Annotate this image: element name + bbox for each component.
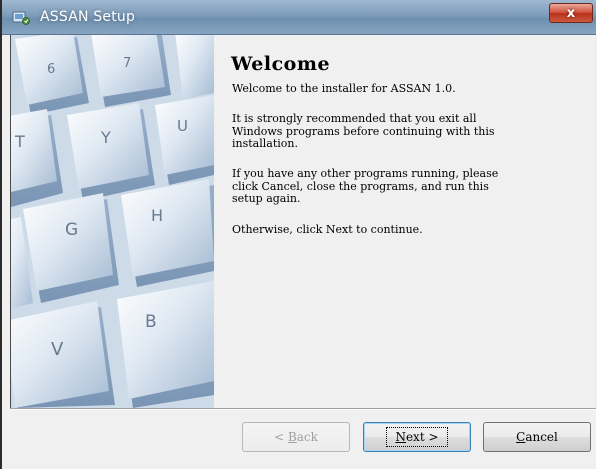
cancel-button[interactable]: Cancel	[483, 422, 591, 452]
continue-text: Otherwise, click Next to continue.	[232, 223, 423, 236]
next-label-rest: ext	[405, 430, 425, 444]
setup-window: ASSAN Setup x 6 7 T Y U G H V B Welcome …	[0, 0, 597, 469]
intro-text: Welcome to the installer for ASSAN 1.0.	[232, 82, 456, 95]
page-title: Welcome	[231, 53, 331, 75]
next-mnemonic: N	[395, 430, 406, 444]
wizard-content: 6 7 T Y U G H V B Welcome Welcome to the…	[10, 35, 597, 408]
close-icon: x	[566, 5, 576, 21]
cancel-label-rest: ancel	[525, 430, 558, 444]
cancel-mnemonic: C	[516, 430, 526, 444]
back-arrow-icon: <	[274, 430, 285, 444]
back-label-rest: ack	[296, 430, 318, 444]
installer-app-icon	[12, 11, 30, 25]
button-separator	[10, 408, 596, 410]
keyboard-banner-image: 6 7 T Y U G H V B	[11, 35, 214, 408]
back-button[interactable]: < Back	[242, 422, 350, 452]
close-button[interactable]: x	[549, 3, 593, 23]
running-programs-text: If you have any other programs running, …	[232, 167, 499, 205]
next-arrow-icon: >	[428, 430, 439, 444]
window-title: ASSAN Setup	[40, 9, 136, 25]
title-bar[interactable]: ASSAN Setup x	[2, 0, 596, 35]
next-button[interactable]: Next >	[363, 422, 471, 452]
exit-programs-text: It is strongly recommended that you exit…	[232, 112, 495, 150]
back-mnemonic: B	[287, 430, 297, 444]
